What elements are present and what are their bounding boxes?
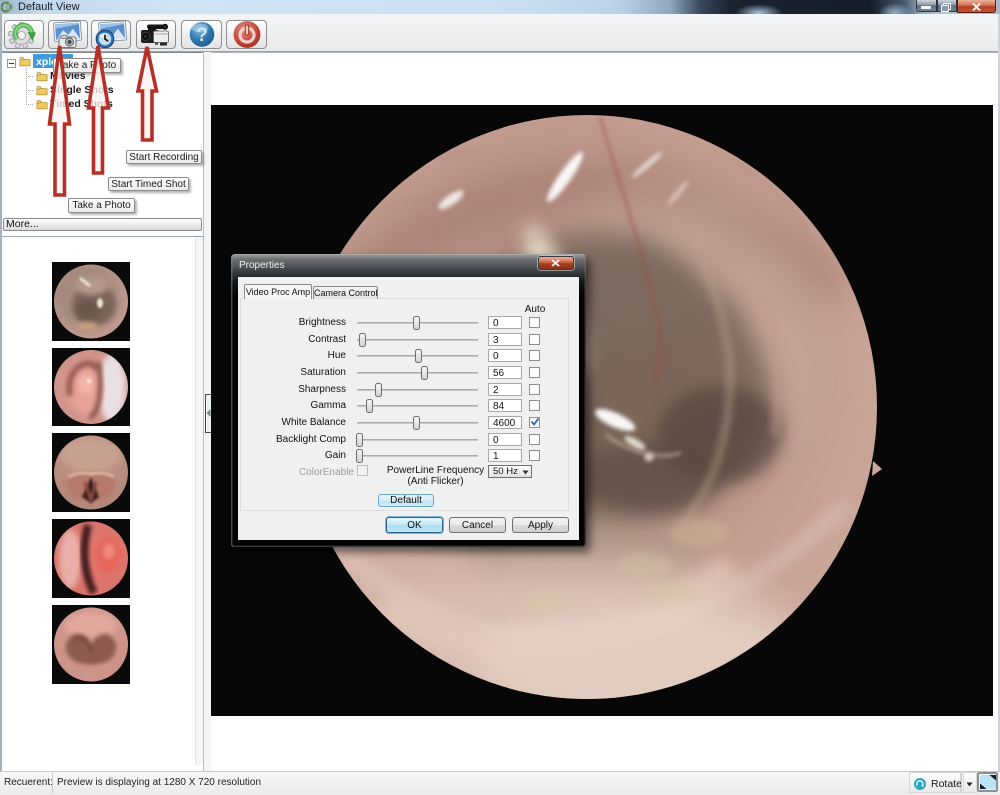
- svg-text:?: ?: [196, 25, 208, 46]
